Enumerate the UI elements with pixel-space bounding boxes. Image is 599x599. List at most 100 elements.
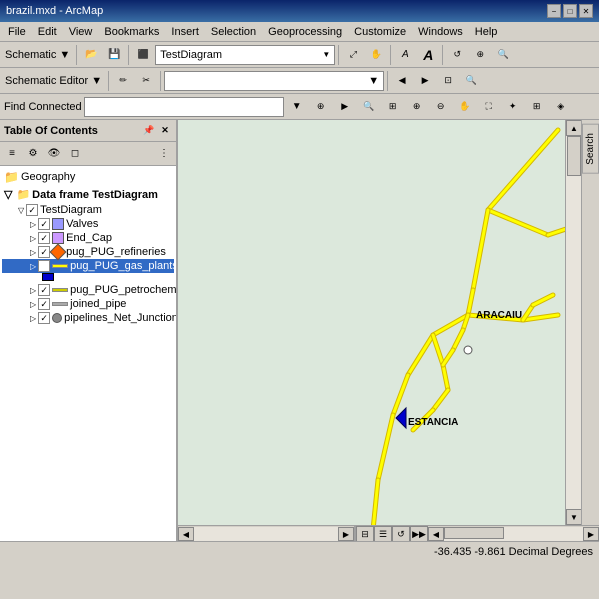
gasplants-icon <box>52 264 68 268</box>
gasplants-checkbox[interactable] <box>38 260 50 272</box>
menu-help[interactable]: Help <box>469 24 504 40</box>
refineries-expand[interactable]: ▷ <box>30 248 36 257</box>
toc-vis-button[interactable]: 👁 <box>44 144 64 164</box>
map-scroll-thumb[interactable] <box>444 527 504 539</box>
scroll-thumb[interactable] <box>567 136 581 176</box>
petrochem-expand[interactable]: ▷ <box>30 286 36 295</box>
extra2-button[interactable]: 🔍 <box>492 44 514 66</box>
scroll-down-button[interactable]: ▼ <box>566 509 582 525</box>
menu-bookmarks[interactable]: Bookmarks <box>98 24 165 40</box>
frame-expand-icon[interactable]: ▽ <box>4 188 12 201</box>
find-zoom-in-button[interactable]: ⊕ <box>406 96 428 118</box>
menu-view[interactable]: View <box>63 24 99 40</box>
toc-source-button[interactable]: ⚙ <box>23 144 43 164</box>
layer-valves[interactable]: ▷ Valves <box>2 217 174 231</box>
toc-list-button[interactable]: ≡ <box>2 144 22 164</box>
testdiagram-checkbox[interactable] <box>26 204 38 216</box>
menu-file[interactable]: File <box>2 24 32 40</box>
find-extra-button[interactable]: ◈ <box>550 96 572 118</box>
menu-edit[interactable]: Edit <box>32 24 63 40</box>
sch-fwd-button[interactable]: ▶ <box>414 70 436 92</box>
toolbar-separator-3 <box>338 45 339 65</box>
toc-scroll-left-button[interactable]: ◀ <box>178 527 194 541</box>
refineries-checkbox[interactable] <box>38 246 50 258</box>
toc-close-button[interactable]: ✕ <box>158 124 172 138</box>
map-bottom-btn1[interactable]: ⊟ <box>356 526 374 541</box>
layer-joinedpipe[interactable]: ▷ joined_pipe <box>2 297 174 311</box>
toc-options-button[interactable]: ⋮ <box>154 144 174 164</box>
toc-pin-button[interactable]: 📌 <box>142 124 156 138</box>
scroll-up-button[interactable]: ▲ <box>566 120 582 136</box>
layer-gas-plants[interactable]: ▷ pug_PUG_gas_plants <box>2 259 174 273</box>
joinedpipe-checkbox[interactable] <box>38 298 50 310</box>
map-bottom-btn3[interactable]: ↺ <box>392 526 410 541</box>
map-bottom-btn4[interactable]: ▶▶ <box>410 526 428 541</box>
find-grid-button[interactable]: ⊞ <box>526 96 548 118</box>
menu-geoprocessing[interactable]: Geoprocessing <box>262 24 348 40</box>
text-small-button[interactable]: A <box>394 44 416 66</box>
close-button[interactable]: ✕ <box>579 4 593 18</box>
map-scroll-track <box>444 527 583 541</box>
layer-junctions[interactable]: ▷ pipelines_Net_Junctions <box>2 311 174 325</box>
testdiagram-expand[interactable]: ▽ <box>18 206 24 215</box>
menu-insert[interactable]: Insert <box>165 24 205 40</box>
gasplants-expand[interactable]: ▷ <box>30 262 36 271</box>
map-scroll-left-button[interactable]: ◀ <box>428 527 444 541</box>
find-hand-button[interactable]: ✋ <box>454 96 476 118</box>
refresh-button[interactable]: ↺ <box>446 44 468 66</box>
menubar: File Edit View Bookmarks Insert Selectio… <box>0 22 599 42</box>
map-view[interactable]: ARACAIU ESTANCIA <box>178 120 565 525</box>
valves-checkbox[interactable] <box>38 218 50 230</box>
main-toolbar: Schematic ▼ 📂 💾 ⬛ TestDiagram ▼ ⤢ ✋ A A … <box>0 42 599 68</box>
sch-back-button[interactable]: ◀ <box>391 70 413 92</box>
schematic-menu-button[interactable]: Schematic ▼ <box>2 44 73 66</box>
layer-testdiagram[interactable]: ▽ TestDiagram <box>2 203 174 217</box>
toc-scroll-right-button[interactable]: ▶ <box>338 527 354 541</box>
sch-edit1-button[interactable]: ✏ <box>112 70 134 92</box>
endcap-checkbox[interactable] <box>38 232 50 244</box>
valves-expand[interactable]: ▷ <box>30 220 36 229</box>
text-large-button[interactable]: A <box>417 44 439 66</box>
menu-selection[interactable]: Selection <box>205 24 262 40</box>
menu-windows[interactable]: Windows <box>412 24 469 40</box>
find-connected-row: Find Connected ▼ ⊕ ▶ 🔍 ⊞ ⊕ ⊖ ✋ ⛶ ✦ ⊞ ◈ <box>0 94 599 120</box>
find-pan-button[interactable]: ⊞ <box>382 96 404 118</box>
endcap-expand[interactable]: ▷ <box>30 234 36 243</box>
find-go-button[interactable]: ▶ <box>334 96 356 118</box>
layer-endcap[interactable]: ▷ End_Cap <box>2 231 174 245</box>
search-tab-label[interactable]: Search <box>582 124 599 174</box>
layer-petrochem[interactable]: ▷ pug_PUG_petrochem_a <box>2 283 174 297</box>
joinedpipe-expand[interactable]: ▷ <box>30 300 36 309</box>
find-connected-input[interactable] <box>84 97 284 117</box>
find-star-button[interactable]: ✦ <box>502 96 524 118</box>
diagram-dropdown[interactable]: TestDiagram ▼ <box>155 45 335 65</box>
schematic-editor-menu-button[interactable]: Schematic Editor ▼ <box>2 70 105 92</box>
toc-sel-button[interactable]: ◻ <box>65 144 85 164</box>
find-cursor-button[interactable]: ⊕ <box>310 96 332 118</box>
sch-mode-dropdown[interactable]: ▼ <box>164 71 384 91</box>
petrochem-checkbox[interactable] <box>38 284 50 296</box>
junctions-expand[interactable]: ▷ <box>30 314 36 323</box>
diagram-icon[interactable]: ⬛ <box>132 44 154 66</box>
toc-scroll-track <box>194 527 338 541</box>
zoom-extent-button[interactable]: ⤢ <box>342 44 364 66</box>
map-scroll-right-button[interactable]: ▶ <box>583 527 599 541</box>
extra-button[interactable]: ⊕ <box>469 44 491 66</box>
sch-edit2-button[interactable]: ✂ <box>135 70 157 92</box>
sch-fit-button[interactable]: ⊡ <box>437 70 459 92</box>
find-zoom-button[interactable]: 🔍 <box>358 96 380 118</box>
find-zoom-out-button[interactable]: ⊖ <box>430 96 452 118</box>
find-dropdown-button[interactable]: ▼ <box>286 96 308 118</box>
minimize-button[interactable]: − <box>547 4 561 18</box>
map-bottom-btn2[interactable]: ☰ <box>374 526 392 541</box>
sch-zoom-button[interactable]: 🔍 <box>460 70 482 92</box>
pan-button[interactable]: ✋ <box>365 44 387 66</box>
maximize-button[interactable]: □ <box>563 4 577 18</box>
find-settings-button[interactable]: ⛶ <box>478 96 500 118</box>
junctions-checkbox[interactable] <box>38 312 50 324</box>
save-button[interactable]: 💾 <box>103 44 125 66</box>
layer-refineries[interactable]: ▷ pug_PUG_refineries <box>2 245 174 259</box>
menu-customize[interactable]: Customize <box>348 24 412 40</box>
open-button[interactable]: 📂 <box>80 44 102 66</box>
schematic-editor-toolbar: Schematic Editor ▼ ✏ ✂ ▼ ◀ ▶ ⊡ 🔍 <box>0 68 599 94</box>
